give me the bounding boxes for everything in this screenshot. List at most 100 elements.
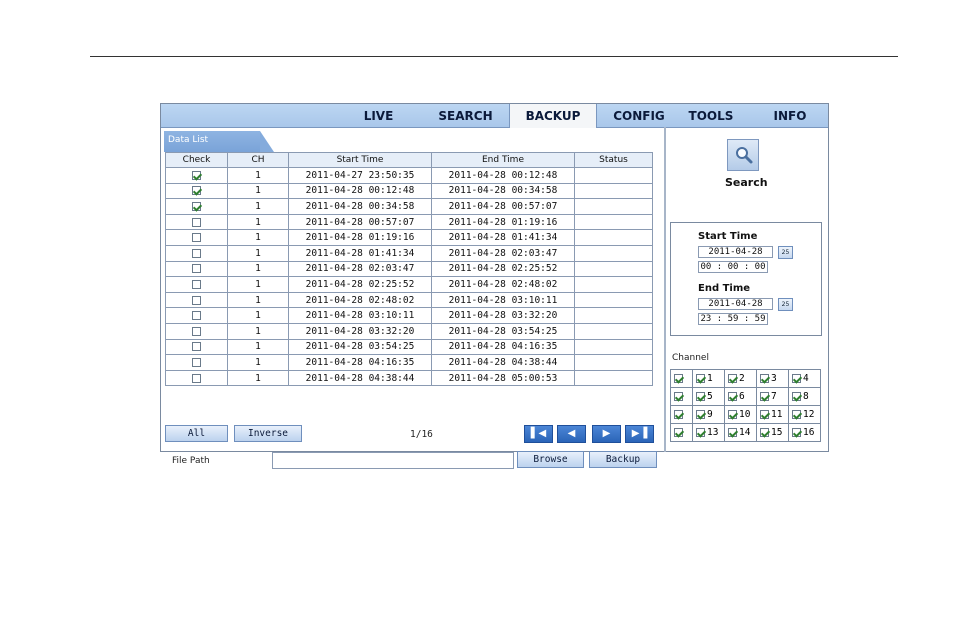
data-list-tab[interactable]: Data List [164, 131, 274, 152]
channel-row-toggle-checkbox[interactable] [674, 410, 683, 419]
last-page-button[interactable]: ▶▐ [625, 425, 654, 443]
table-row[interactable]: 1 2011-04-28 02:48:02 2011-04-28 03:10:11 [165, 291, 653, 309]
row-checkbox[interactable] [192, 295, 201, 305]
calendar-icon: 25 [781, 301, 790, 308]
time-range-box: Start Time 2011-04-28 25 00 : 00 : 00 En… [670, 222, 822, 336]
table-row[interactable]: 1 2011-04-28 04:16:35 2011-04-28 04:38:44 [165, 354, 653, 371]
channel-checkbox[interactable] [760, 410, 769, 419]
channel-checkbox[interactable] [760, 428, 769, 437]
tab-info[interactable]: INFO [756, 104, 824, 127]
row-checkbox[interactable] [192, 373, 201, 383]
channel-cell: 10 [724, 405, 757, 424]
channel-checkbox[interactable] [792, 374, 801, 383]
start-time-field[interactable]: 00 : 00 : 00 [698, 261, 768, 273]
row-ch: 1 [227, 354, 289, 371]
channel-row: 13 14 15 16 [670, 423, 821, 442]
row-ch: 1 [227, 307, 289, 324]
table-row[interactable]: 1 2011-04-28 03:32:20 2011-04-28 03:54:25 [165, 322, 653, 340]
table-row[interactable]: 1 2011-04-27 23:50:35 2011-04-28 00:12:48 [165, 167, 653, 184]
start-date-calendar-button[interactable]: 25 [778, 246, 793, 259]
row-checkbox[interactable] [192, 186, 201, 196]
panel-divider [664, 127, 666, 452]
next-page-button[interactable]: ▶ [592, 425, 621, 443]
channel-checkbox[interactable] [792, 428, 801, 437]
channel-row-toggle-cell [670, 405, 693, 424]
tab-live[interactable]: LIVE [341, 104, 416, 127]
browse-button[interactable]: Browse [517, 451, 584, 468]
column-header-status[interactable]: Status [574, 152, 653, 168]
channel-checkbox[interactable] [760, 374, 769, 383]
table-row[interactable]: 1 2011-04-28 02:25:52 2011-04-28 02:48:02 [165, 276, 653, 293]
row-checkbox[interactable] [192, 311, 201, 321]
row-check-cell [165, 229, 228, 246]
select-all-button[interactable]: All [165, 425, 228, 442]
row-checkbox[interactable] [192, 279, 201, 289]
table-row[interactable]: 1 2011-04-28 03:10:11 2011-04-28 03:32:20 [165, 307, 653, 324]
row-ch: 1 [227, 167, 289, 184]
tab-backup[interactable]: BACKUP [509, 104, 597, 128]
column-header-ch[interactable]: CH [227, 152, 289, 168]
search-button[interactable] [727, 139, 759, 171]
tab-config[interactable]: CONFIG [601, 104, 677, 127]
table-row[interactable]: 1 2011-04-28 01:19:16 2011-04-28 01:41:34 [165, 229, 653, 246]
inverse-selection-button[interactable]: Inverse [234, 425, 302, 442]
row-checkbox[interactable] [192, 357, 201, 367]
start-time-label: Start Time [698, 231, 758, 242]
row-check-cell [165, 244, 228, 262]
file-path-input[interactable] [272, 452, 514, 469]
channel-checkbox[interactable] [728, 428, 737, 437]
row-status [574, 182, 653, 200]
table-row[interactable]: 1 2011-04-28 04:38:44 2011-04-28 05:00:53 [165, 369, 653, 387]
first-page-button[interactable]: ▌◀ [524, 425, 553, 443]
column-header-end-time[interactable]: End Time [431, 152, 575, 168]
table-row[interactable]: 1 2011-04-28 01:41:34 2011-04-28 02:03:47 [165, 244, 653, 262]
row-checkbox[interactable] [192, 233, 201, 243]
end-time-field[interactable]: 23 : 59 : 59 [698, 313, 768, 325]
end-date-field[interactable]: 2011-04-28 [698, 298, 773, 310]
row-status [574, 322, 653, 340]
channel-cell: 4 [788, 369, 821, 388]
channel-cell: 3 [756, 369, 789, 388]
column-header-check[interactable]: Check [165, 152, 228, 168]
channel-checkbox[interactable] [728, 410, 737, 419]
channel-row-toggle-checkbox[interactable] [674, 392, 683, 401]
start-date-field[interactable]: 2011-04-28 [698, 246, 773, 258]
channel-checkbox[interactable] [728, 392, 737, 401]
table-row[interactable]: 1 2011-04-28 03:54:25 2011-04-28 04:16:35 [165, 338, 653, 356]
channel-row-toggle-checkbox[interactable] [674, 428, 683, 437]
table-header-row: Check CH Start Time End Time Status [165, 152, 653, 168]
row-status [574, 229, 653, 246]
row-checkbox[interactable] [192, 326, 201, 336]
row-checkbox[interactable] [192, 264, 201, 274]
row-checkbox[interactable] [192, 217, 201, 227]
row-checkbox[interactable] [192, 342, 201, 352]
channel-checkbox[interactable] [696, 374, 705, 383]
channel-cell: 13 [692, 423, 725, 442]
row-ch: 1 [227, 260, 289, 278]
row-checkbox[interactable] [192, 170, 201, 180]
channel-row-toggle-checkbox[interactable] [674, 374, 683, 383]
end-date-calendar-button[interactable]: 25 [778, 298, 793, 311]
channel-checkbox[interactable] [760, 392, 769, 401]
channel-checkbox[interactable] [792, 410, 801, 419]
table-row[interactable]: 1 2011-04-28 00:12:48 2011-04-28 00:34:58 [165, 182, 653, 200]
table-row[interactable]: 1 2011-04-28 00:57:07 2011-04-28 01:19:16 [165, 213, 653, 231]
channel-number: 2 [739, 373, 745, 384]
table-row[interactable]: 1 2011-04-28 00:34:58 2011-04-28 00:57:07 [165, 198, 653, 215]
tab-tools[interactable]: TOOLS [676, 104, 746, 127]
channel-checkbox[interactable] [696, 392, 705, 401]
row-start-time: 2011-04-28 01:41:34 [288, 244, 432, 262]
channel-checkbox[interactable] [728, 374, 737, 383]
backup-button[interactable]: Backup [589, 451, 657, 468]
table-row[interactable]: 1 2011-04-28 02:03:47 2011-04-28 02:25:52 [165, 260, 653, 278]
row-check-cell [165, 213, 228, 231]
channel-checkbox[interactable] [696, 428, 705, 437]
prev-page-button[interactable]: ◀ [557, 425, 586, 443]
channel-checkbox[interactable] [792, 392, 801, 401]
channel-checkbox[interactable] [696, 410, 705, 419]
column-header-start-time[interactable]: Start Time [288, 152, 432, 168]
row-checkbox[interactable] [192, 201, 201, 211]
row-end-time: 2011-04-28 00:57:07 [431, 198, 575, 215]
tab-search[interactable]: SEARCH [423, 104, 508, 127]
row-checkbox[interactable] [192, 248, 201, 258]
